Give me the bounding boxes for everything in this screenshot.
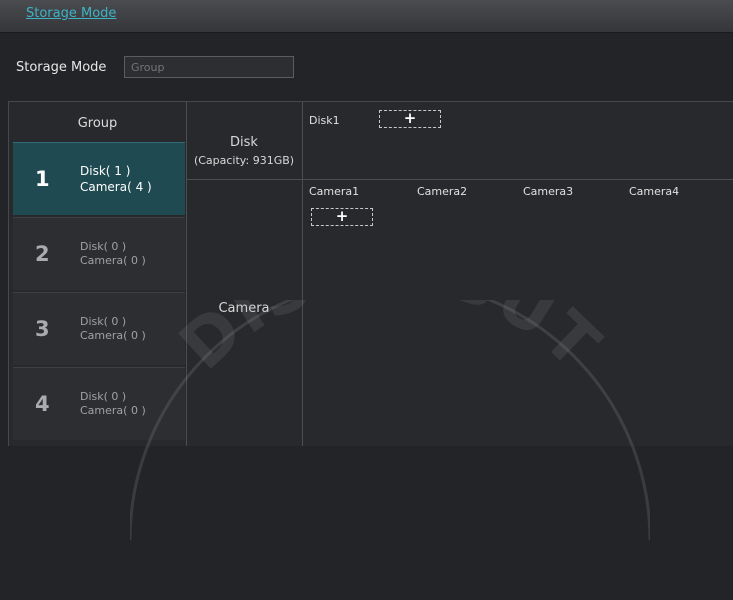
disk-list: Disk1 + [303, 102, 733, 180]
group-number: 3 [35, 317, 50, 341]
group-item-1[interactable]: 1 Disk( 1 ) Camera( 4 ) [13, 142, 185, 215]
plus-icon: + [335, 207, 349, 225]
add-camera-button[interactable]: + [311, 208, 373, 226]
group-summary: Disk( 0 ) Camera( 0 ) [80, 240, 146, 268]
group-list-header: Group [77, 116, 118, 131]
group-disk-count: Disk( 0 ) [80, 315, 127, 328]
disk-type-cell: Disk (Capacity: 931GB) [186, 102, 302, 180]
top-tab-bar: Storage Mode [0, 0, 733, 33]
camera-item: Camera3 [523, 185, 574, 198]
group-number: 2 [35, 242, 50, 266]
resource-content: Disk1 + Camera1 Camera2 Camera3 Camera4 … [303, 102, 733, 446]
group-camera-count: Camera( 4 ) [80, 180, 152, 194]
camera-type-cell: Camera [186, 180, 302, 446]
add-disk-button[interactable]: + [379, 110, 441, 128]
camera-item: Camera1 [309, 185, 360, 198]
group-camera-count: Camera( 0 ) [80, 404, 146, 417]
tab-storage-mode[interactable]: Storage Mode [26, 6, 116, 21]
group-item-4[interactable]: 4 Disk( 0 ) Camera( 0 ) [13, 367, 185, 440]
camera-item: Camera2 [417, 185, 468, 198]
disk-type-label: Disk [230, 135, 258, 150]
storage-mode-select[interactable] [124, 56, 294, 78]
group-summary: Disk( 0 ) Camera( 0 ) [80, 390, 146, 418]
group-number: 1 [35, 167, 50, 191]
group-disk-count: Disk( 0 ) [80, 390, 127, 403]
group-list: Group 1 Disk( 1 ) Camera( 4 ) 2 Disk( 0 … [9, 102, 187, 446]
disk-capacity: (Capacity: 931GB) [193, 154, 295, 167]
group-camera-count: Camera( 0 ) [80, 329, 146, 342]
disk-item: Disk1 [309, 114, 340, 127]
group-item-3[interactable]: 3 Disk( 0 ) Camera( 0 ) [13, 292, 185, 365]
group-camera-count: Camera( 0 ) [80, 254, 146, 267]
resource-type-column: Disk (Capacity: 931GB) Camera [186, 102, 303, 446]
group-summary: Disk( 0 ) Camera( 0 ) [80, 315, 146, 343]
group-summary: Disk( 1 ) Camera( 4 ) [80, 163, 152, 195]
storage-mode-label: Storage Mode [16, 60, 107, 75]
storage-mode-panel: Group 1 Disk( 1 ) Camera( 4 ) 2 Disk( 0 … [8, 101, 733, 446]
plus-icon: + [403, 109, 417, 127]
group-number: 4 [35, 392, 50, 416]
camera-item: Camera4 [629, 185, 680, 198]
camera-list: Camera1 Camera2 Camera3 Camera4 + [303, 180, 733, 446]
group-disk-count: Disk( 1 ) [80, 164, 131, 178]
group-disk-count: Disk( 0 ) [80, 240, 127, 253]
camera-type-label: Camera [218, 301, 270, 316]
group-item-2[interactable]: 2 Disk( 0 ) Camera( 0 ) [13, 217, 185, 290]
